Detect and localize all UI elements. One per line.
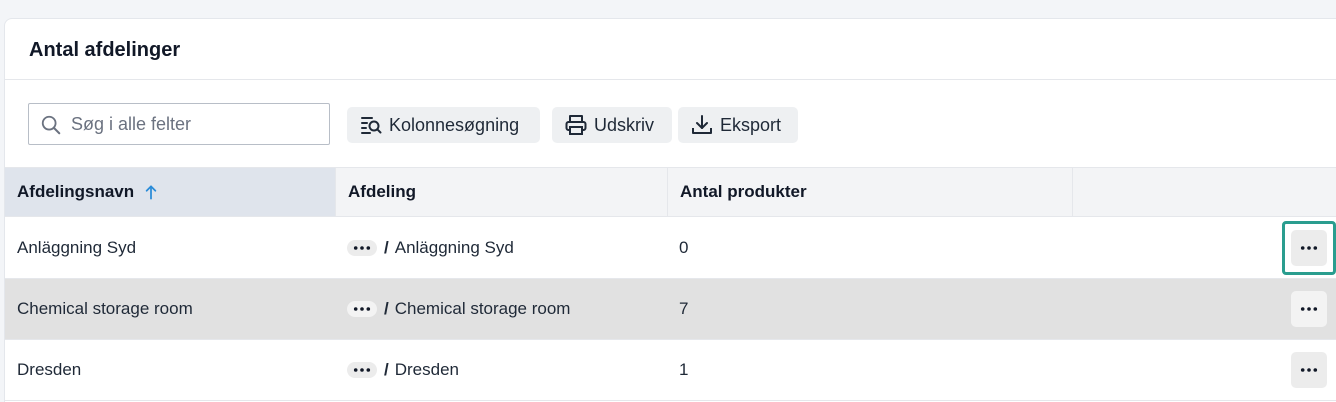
table-row[interactable]: Anläggning Syd / Anläggning Syd 0 xyxy=(5,218,1336,279)
column-header-afdelingsnavn[interactable]: Afdelingsnavn xyxy=(5,168,335,216)
column-header-label: Afdeling xyxy=(348,182,416,201)
search-input[interactable] xyxy=(71,104,321,144)
more-horizontal-icon xyxy=(353,246,371,250)
row-menu-button[interactable] xyxy=(1291,352,1327,388)
column-search-button[interactable]: Kolonnesøgning xyxy=(347,107,540,143)
cell-product-count: 0 xyxy=(679,238,689,257)
search-icon xyxy=(41,115,61,135)
print-button[interactable]: Udskriv xyxy=(552,107,672,143)
cell-department-name: Chemical storage room xyxy=(17,299,193,318)
path-label[interactable]: Anläggning Syd xyxy=(395,238,514,258)
more-horizontal-icon xyxy=(1300,307,1318,311)
more-horizontal-icon xyxy=(353,307,371,311)
download-icon xyxy=(692,115,712,134)
column-search-label: Kolonnesøgning xyxy=(389,114,520,135)
more-horizontal-icon xyxy=(1300,246,1318,250)
cell-department-path: / Anläggning Syd xyxy=(335,218,667,278)
export-label: Eksport xyxy=(720,114,782,135)
departments-card: Antal afdelinger Kolonnesøgning Udskriv xyxy=(4,18,1336,402)
more-path-button[interactable] xyxy=(347,301,377,317)
column-header-afdeling[interactable]: Afdeling xyxy=(335,168,667,216)
export-button[interactable]: Eksport xyxy=(678,107,798,143)
table-row[interactable]: Dresden / Dresden 1 xyxy=(5,340,1336,401)
path-label[interactable]: Chemical storage room xyxy=(395,299,571,319)
printer-icon xyxy=(565,115,587,135)
arrow-up-icon xyxy=(145,185,157,199)
column-header-label: Afdelingsnavn xyxy=(17,182,135,201)
path-separator: / xyxy=(384,238,389,257)
column-search-icon xyxy=(361,117,382,134)
path-separator: / xyxy=(384,360,389,379)
row-menu-button[interactable] xyxy=(1291,230,1327,266)
more-horizontal-icon xyxy=(1300,368,1318,372)
cell-department-name: Dresden xyxy=(17,360,82,379)
more-path-button[interactable] xyxy=(347,240,377,256)
path-label[interactable]: Dresden xyxy=(395,360,459,380)
column-header-actions xyxy=(1072,168,1336,216)
row-menu-button[interactable] xyxy=(1291,291,1327,327)
cell-department-path: / Dresden xyxy=(335,340,667,400)
table-header: Afdelingsnavn Afdeling Antal produkter xyxy=(5,167,1336,217)
column-header-label: Antal produkter xyxy=(680,182,807,201)
cell-department-name: Anläggning Syd xyxy=(17,238,137,257)
card-title: Antal afdelinger xyxy=(29,39,181,61)
title-divider xyxy=(5,79,1336,80)
column-header-antal-produkter[interactable]: Antal produkter xyxy=(667,168,1073,216)
more-horizontal-icon xyxy=(353,368,371,372)
table-row[interactable]: Chemical storage room / Chemical storage… xyxy=(5,279,1336,340)
cell-product-count: 7 xyxy=(679,299,689,318)
print-label: Udskriv xyxy=(594,114,655,135)
cell-product-count: 1 xyxy=(679,360,689,379)
search-box[interactable] xyxy=(28,103,330,145)
more-path-button[interactable] xyxy=(347,362,377,378)
path-separator: / xyxy=(384,299,389,318)
cell-department-path: / Chemical storage room xyxy=(335,279,667,339)
